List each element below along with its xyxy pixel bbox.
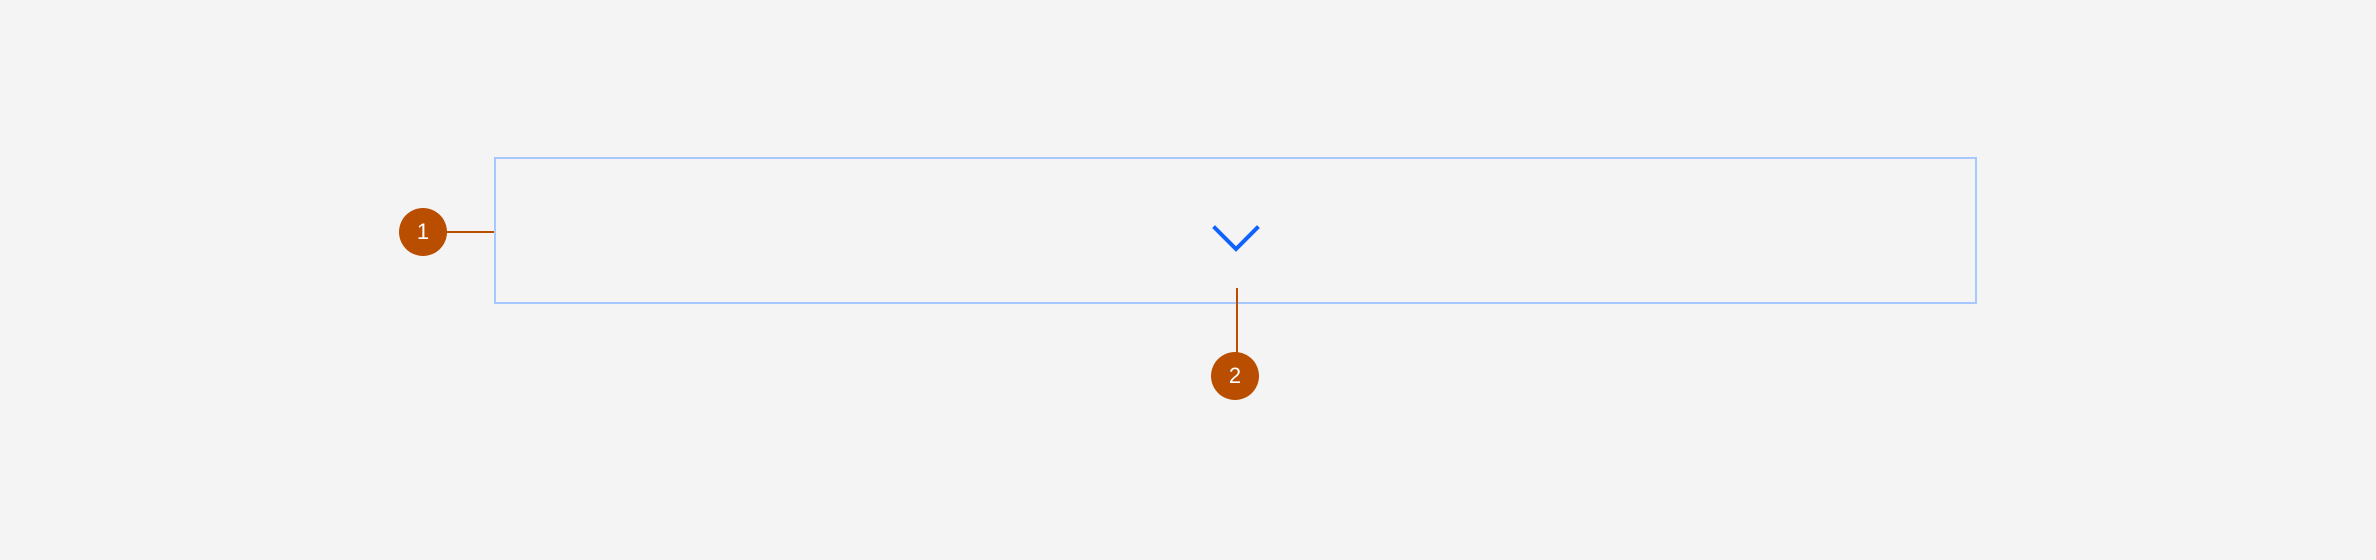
chevron-down-icon[interactable] — [1212, 222, 1260, 254]
callout-marker-label: 2 — [1228, 363, 1242, 388]
callout-marker-2: 2 — [1211, 352, 1259, 400]
leader-line-1 — [446, 231, 494, 233]
anatomy-diagram: 1 2 — [0, 0, 2376, 560]
callout-marker-label: 1 — [416, 219, 430, 244]
leader-line-2 — [1236, 288, 1238, 356]
callout-marker-1: 1 — [399, 208, 447, 256]
